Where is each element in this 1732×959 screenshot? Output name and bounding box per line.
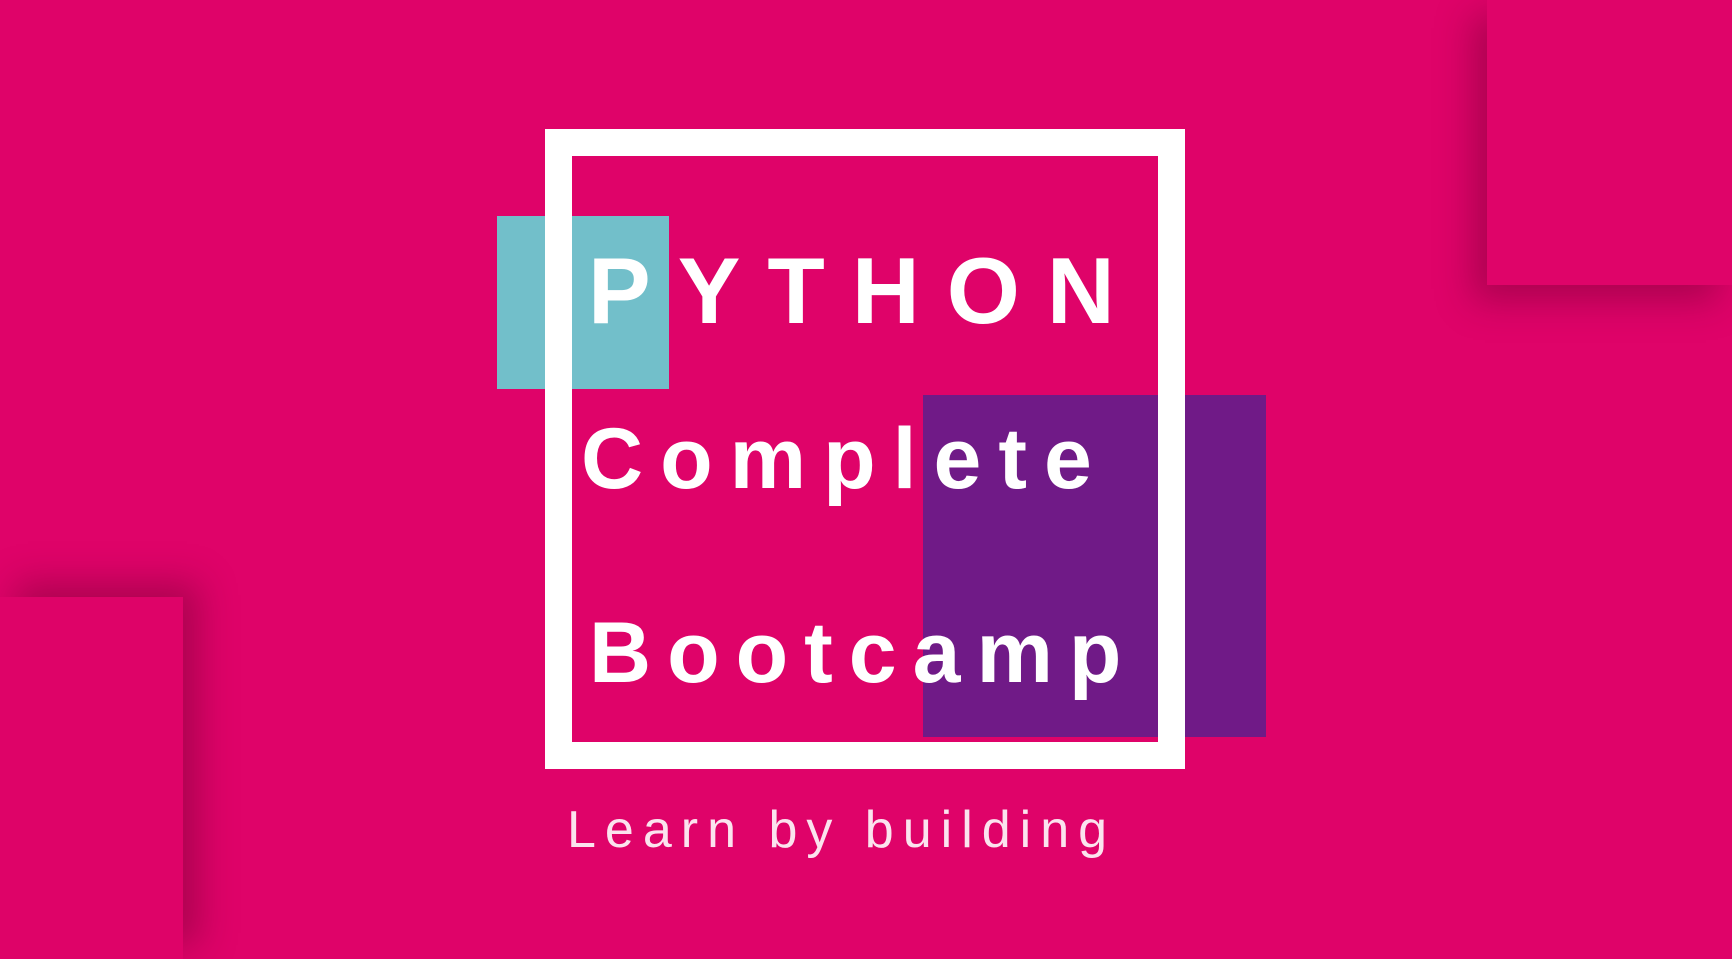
title-bootcamp: Bootcamp <box>589 605 1138 701</box>
tagline: Learn by building <box>567 801 1117 859</box>
title-python: PYTHON <box>588 238 1142 343</box>
title-complete: Complete <box>581 411 1109 507</box>
corner-panel-bottom-left <box>0 597 183 959</box>
corner-panel-top-right <box>1487 0 1732 285</box>
